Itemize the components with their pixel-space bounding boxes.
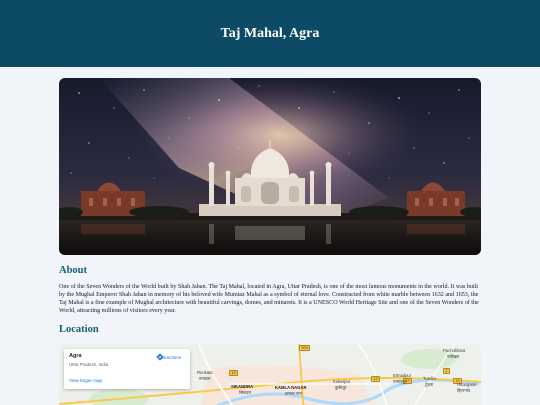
map-label-runkata: Runkata bbox=[197, 370, 213, 375]
map-place-name: Agra bbox=[69, 353, 82, 359]
map-label-kamla-nagar: KAMLA NAGAR bbox=[275, 385, 307, 390]
view-larger-map-link[interactable]: View larger map bbox=[69, 378, 102, 383]
map-place-card: Agra Uttar Pradesh, India View larger ma… bbox=[64, 349, 190, 389]
directions-button[interactable]: Directions bbox=[156, 353, 186, 361]
location-heading: Location bbox=[59, 324, 99, 335]
map-label-sikandra: SIKANDRA bbox=[231, 384, 254, 389]
embedded-map[interactable]: 509 19 19 19 19 2 Runkata रुनकता SIKANDR… bbox=[59, 344, 481, 405]
about-heading: About bbox=[59, 265, 88, 276]
road-badge: 19 bbox=[229, 370, 238, 376]
map-label-kuberpur: Kuberpur bbox=[333, 379, 351, 384]
page-header: Taj Mahal, Agra bbox=[0, 0, 540, 67]
map-label-etmadpur: Etmadpur bbox=[393, 373, 412, 378]
map-label-sikandra-hindi: सिकंदरा bbox=[239, 390, 252, 395]
about-description: One of the Seven Wonders of the World bu… bbox=[59, 284, 479, 314]
map-label-tundla-hindi: टूंडला bbox=[425, 382, 434, 387]
map-label-tundla: Tundla bbox=[423, 376, 436, 381]
map-label-runkata-hindi: रुनकता bbox=[199, 376, 211, 381]
directions-icon bbox=[156, 353, 164, 361]
map-label-etmadpur-hindi: एत्मादपुर bbox=[393, 379, 407, 384]
map-label-kamla-nagar-hindi: कमला नगर bbox=[285, 391, 303, 396]
hero-image bbox=[59, 78, 481, 255]
map-label-hirangaon-hindi: हिरनगांव bbox=[457, 388, 471, 393]
page-title: Taj Mahal, Agra bbox=[220, 25, 320, 41]
map-label-pachokhara: Pachokhara bbox=[443, 348, 466, 353]
map-label-pachokhara-hindi: पचोखरा bbox=[447, 354, 460, 359]
map-label-kuberpur-hindi: कुबेरपुर bbox=[335, 385, 347, 390]
road-badge: 2 bbox=[443, 368, 450, 374]
map-label-hirangaon: Hirangaon bbox=[457, 382, 477, 387]
road-badge: 19 bbox=[371, 376, 380, 382]
map-place-region: Uttar Pradesh, India bbox=[69, 362, 109, 367]
road-badge: 509 bbox=[299, 345, 310, 351]
